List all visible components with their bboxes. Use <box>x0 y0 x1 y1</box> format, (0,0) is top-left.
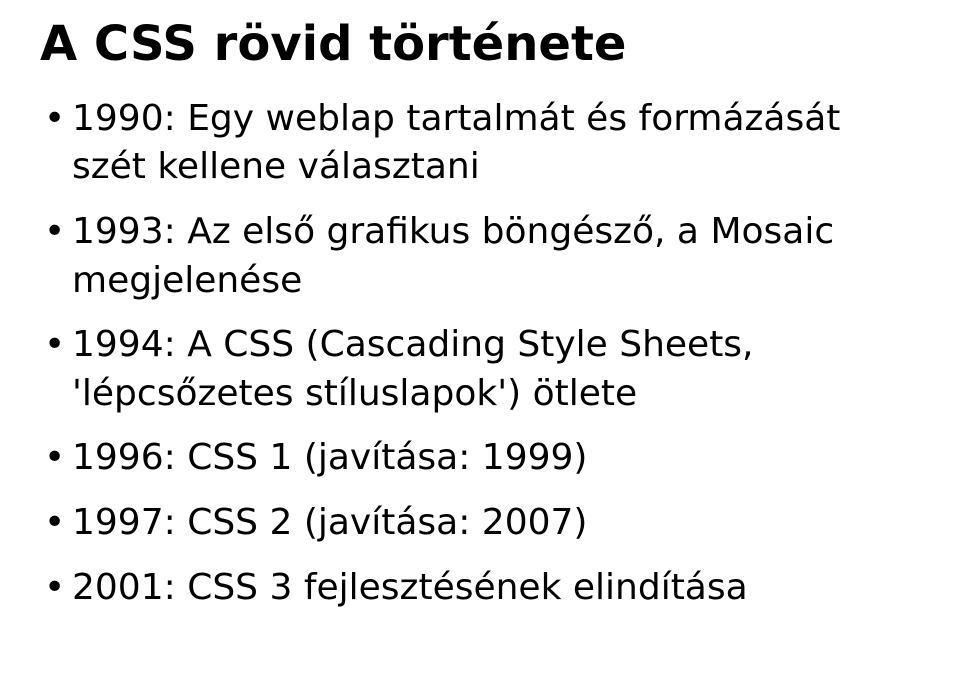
list-item: 1993: Az első grafikus böngésző, a Mosai… <box>40 208 920 305</box>
slide-title: A CSS rövid története <box>40 18 920 71</box>
list-item: 1996: CSS 1 (javítása: 1999) <box>40 434 920 483</box>
list-item: 1997: CSS 2 (javítása: 2007) <box>40 499 920 548</box>
slide: A CSS rövid története 1990: Egy weblap t… <box>0 0 960 674</box>
list-item: 2001: CSS 3 fejlesztésének elindítása <box>40 564 920 613</box>
list-item: 1990: Egy weblap tartalmát és formázását… <box>40 95 920 192</box>
bullet-list: 1990: Egy weblap tartalmát és formázását… <box>40 95 920 612</box>
list-item: 1994: A CSS (Cascading Style Sheets, 'lé… <box>40 321 920 418</box>
